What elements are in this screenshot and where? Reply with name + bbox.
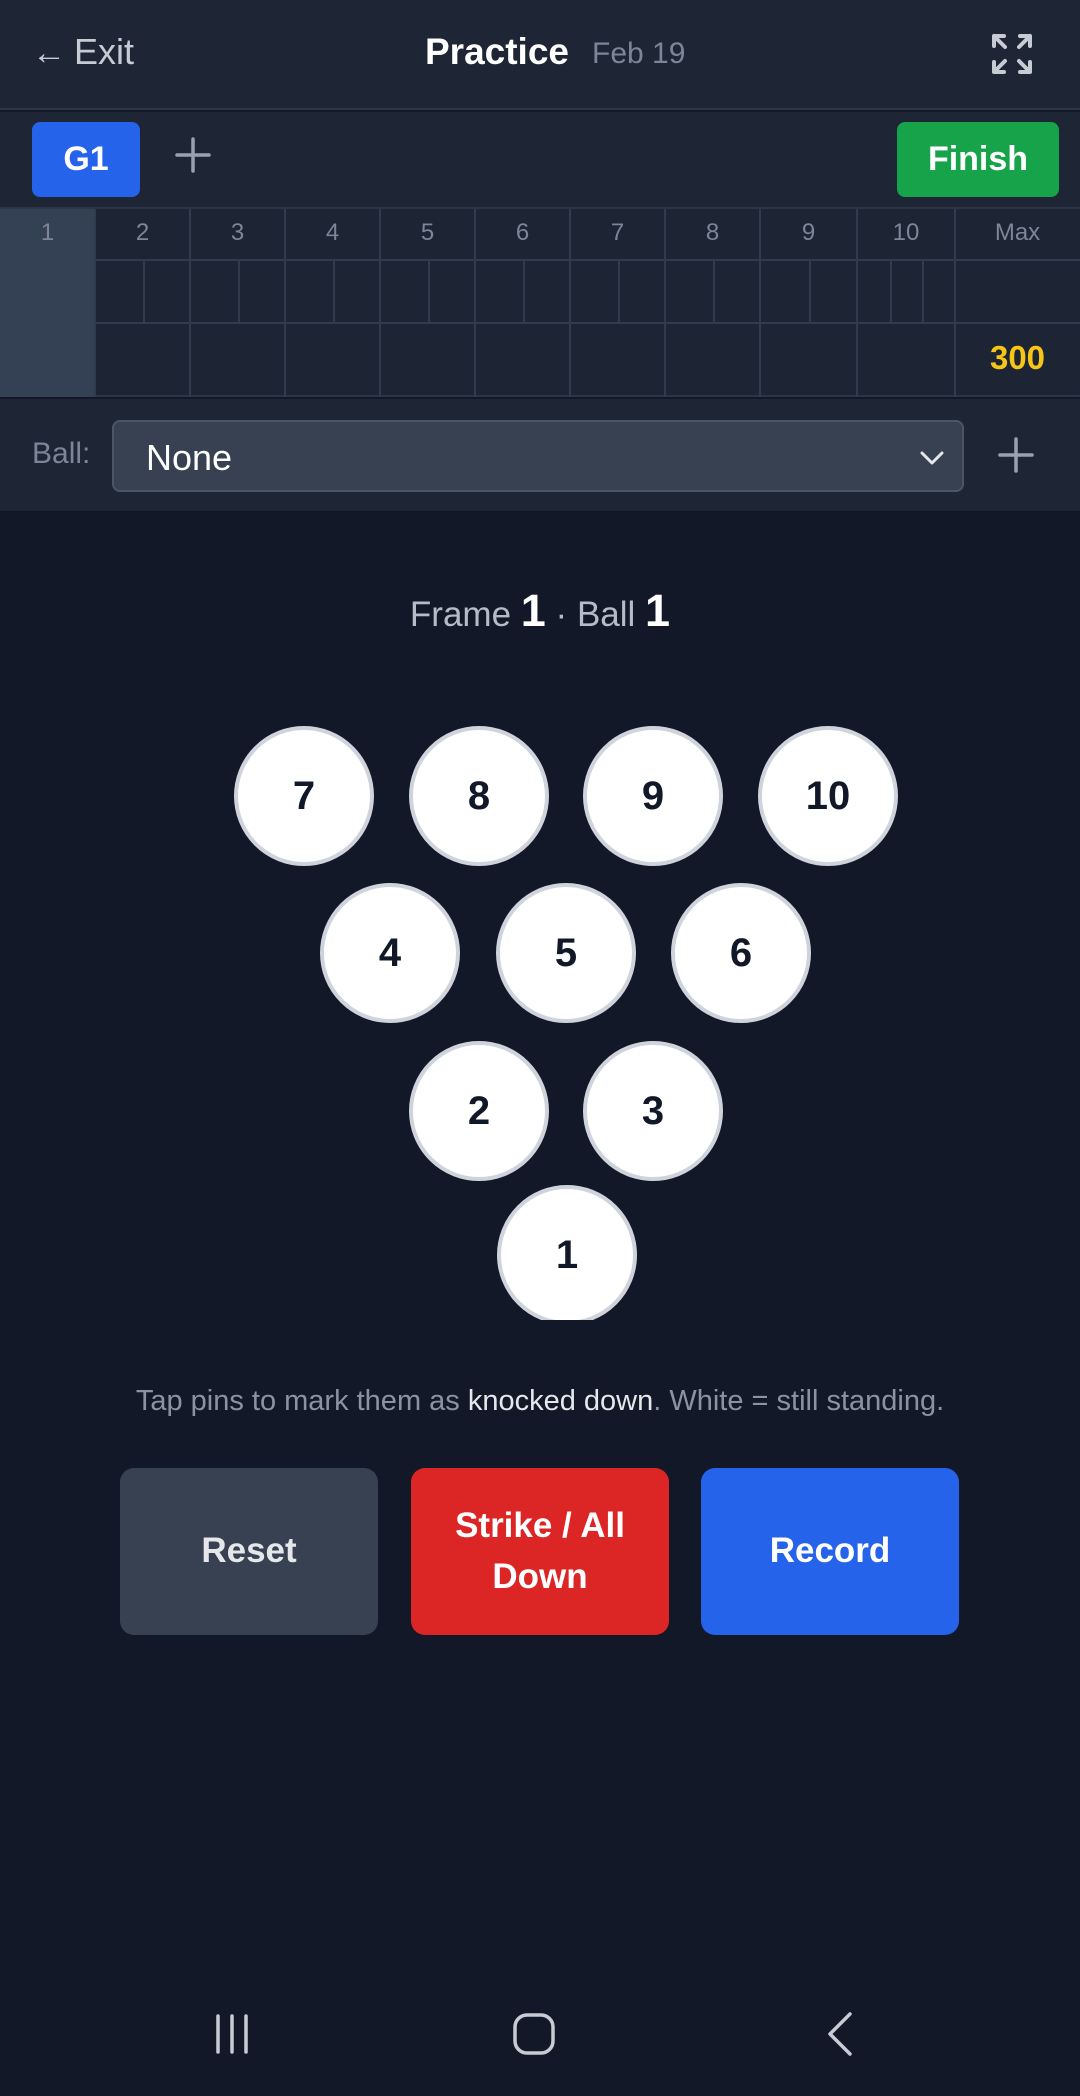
record-button[interactable]: Record: [701, 1468, 959, 1635]
pin-9[interactable]: 9: [583, 726, 723, 866]
ball-label: Ball:: [32, 437, 91, 470]
max-score: 300: [989, 339, 1046, 376]
frame-label-4: 4: [325, 219, 340, 246]
hint-before: Tap pins to mark them as: [135, 1385, 468, 1417]
frame-label-6: 6: [515, 219, 530, 246]
frame-label-1: 1: [40, 219, 55, 246]
frame-label-10: 10: [892, 219, 920, 246]
reset-button[interactable]: Reset: [120, 1468, 378, 1635]
exit-label: Exit: [74, 30, 135, 72]
ball-box-divider: [713, 259, 715, 323]
game-tabs-bar: G1 Finish: [0, 112, 1080, 207]
back-chevron-icon[interactable]: [820, 2010, 860, 2058]
ball-box-divider: [890, 259, 892, 323]
pin-2[interactable]: 2: [409, 1041, 549, 1181]
ball-select-value: None: [146, 437, 233, 478]
ball-selector-row: Ball: None: [0, 399, 1080, 511]
pin-5[interactable]: 5: [496, 883, 636, 1023]
frame-divider: [379, 209, 381, 397]
chevron-down-icon: [920, 451, 944, 465]
max-label: Max: [994, 219, 1041, 246]
frame-divider: [94, 209, 96, 397]
ball-text: Ball: [576, 595, 636, 634]
ball-row-divider: [95, 322, 955, 324]
pin-10[interactable]: 10: [758, 726, 898, 866]
finish-button[interactable]: Finish: [897, 122, 1059, 197]
strike-all-down-button[interactable]: Strike / All Down: [411, 1468, 669, 1635]
frame-label-9: 9: [801, 219, 816, 246]
pin-6[interactable]: 6: [671, 883, 811, 1023]
frame-divider: [284, 209, 286, 397]
add-game-icon[interactable]: [172, 134, 214, 176]
frame-label-2: 2: [135, 219, 150, 246]
add-ball-icon[interactable]: [996, 435, 1036, 475]
home-icon[interactable]: [510, 2010, 558, 2058]
ball-select[interactable]: None: [112, 420, 964, 492]
page-title: Practice: [425, 31, 569, 72]
system-nav-bar: [0, 1990, 1080, 2096]
ball-box-divider: [333, 259, 335, 323]
separator: ·: [555, 595, 568, 634]
frame-label-8: 8: [705, 219, 720, 246]
frame-divider: [569, 209, 571, 397]
ball-box-divider: [428, 259, 430, 323]
pin-1[interactable]: 1: [497, 1185, 637, 1320]
ball-box-divider: [922, 259, 924, 323]
frame-label-7: 7: [610, 219, 625, 246]
exit-button[interactable]: ← Exit: [32, 30, 134, 73]
frame-divider: [664, 209, 666, 397]
ball-box-divider: [238, 259, 240, 323]
frame-label-5: 5: [420, 219, 435, 246]
hint-after: . White = still standing.: [653, 1385, 945, 1417]
session-date: Feb 19: [592, 37, 686, 70]
pin-4[interactable]: 4: [320, 883, 460, 1023]
frame-divider: [759, 209, 761, 397]
recents-icon[interactable]: [210, 2012, 254, 2056]
pin-3[interactable]: 3: [583, 1041, 723, 1181]
frame-divider: [189, 209, 191, 397]
pin-1-wrapper: 1: [497, 1185, 637, 1320]
pin-7[interactable]: 7: [234, 726, 374, 866]
game-tab-g1[interactable]: G1: [32, 122, 140, 197]
max-divider: [955, 322, 1080, 324]
ball-box-divider: [523, 259, 525, 323]
frame-text: Frame: [409, 595, 512, 634]
back-arrow-icon: ←: [32, 34, 66, 72]
frame-ball-indicator: Frame 1 · Ball 1: [0, 585, 1080, 637]
scoreboard: 1 2 3 4 5 6 7 8 9 10 Max 300: [0, 207, 1080, 397]
header-divider: [95, 259, 1080, 261]
frame-label-3: 3: [230, 219, 245, 246]
hint-highlight: knocked down: [467, 1385, 654, 1417]
ball-box-divider: [809, 259, 811, 323]
ball-number: 1: [645, 585, 671, 636]
frame-divider: [856, 209, 858, 397]
top-bar: ← Exit Practice Feb 19: [0, 0, 1080, 110]
ball-box-divider: [618, 259, 620, 323]
ball-box-divider: [143, 259, 145, 323]
pin-8[interactable]: 8: [409, 726, 549, 866]
fullscreen-icon[interactable]: [988, 30, 1036, 78]
frame-number: 1: [520, 585, 546, 636]
frame-divider: [474, 209, 476, 397]
hint-text: Tap pins to mark them as knocked down. W…: [0, 1385, 1080, 1418]
